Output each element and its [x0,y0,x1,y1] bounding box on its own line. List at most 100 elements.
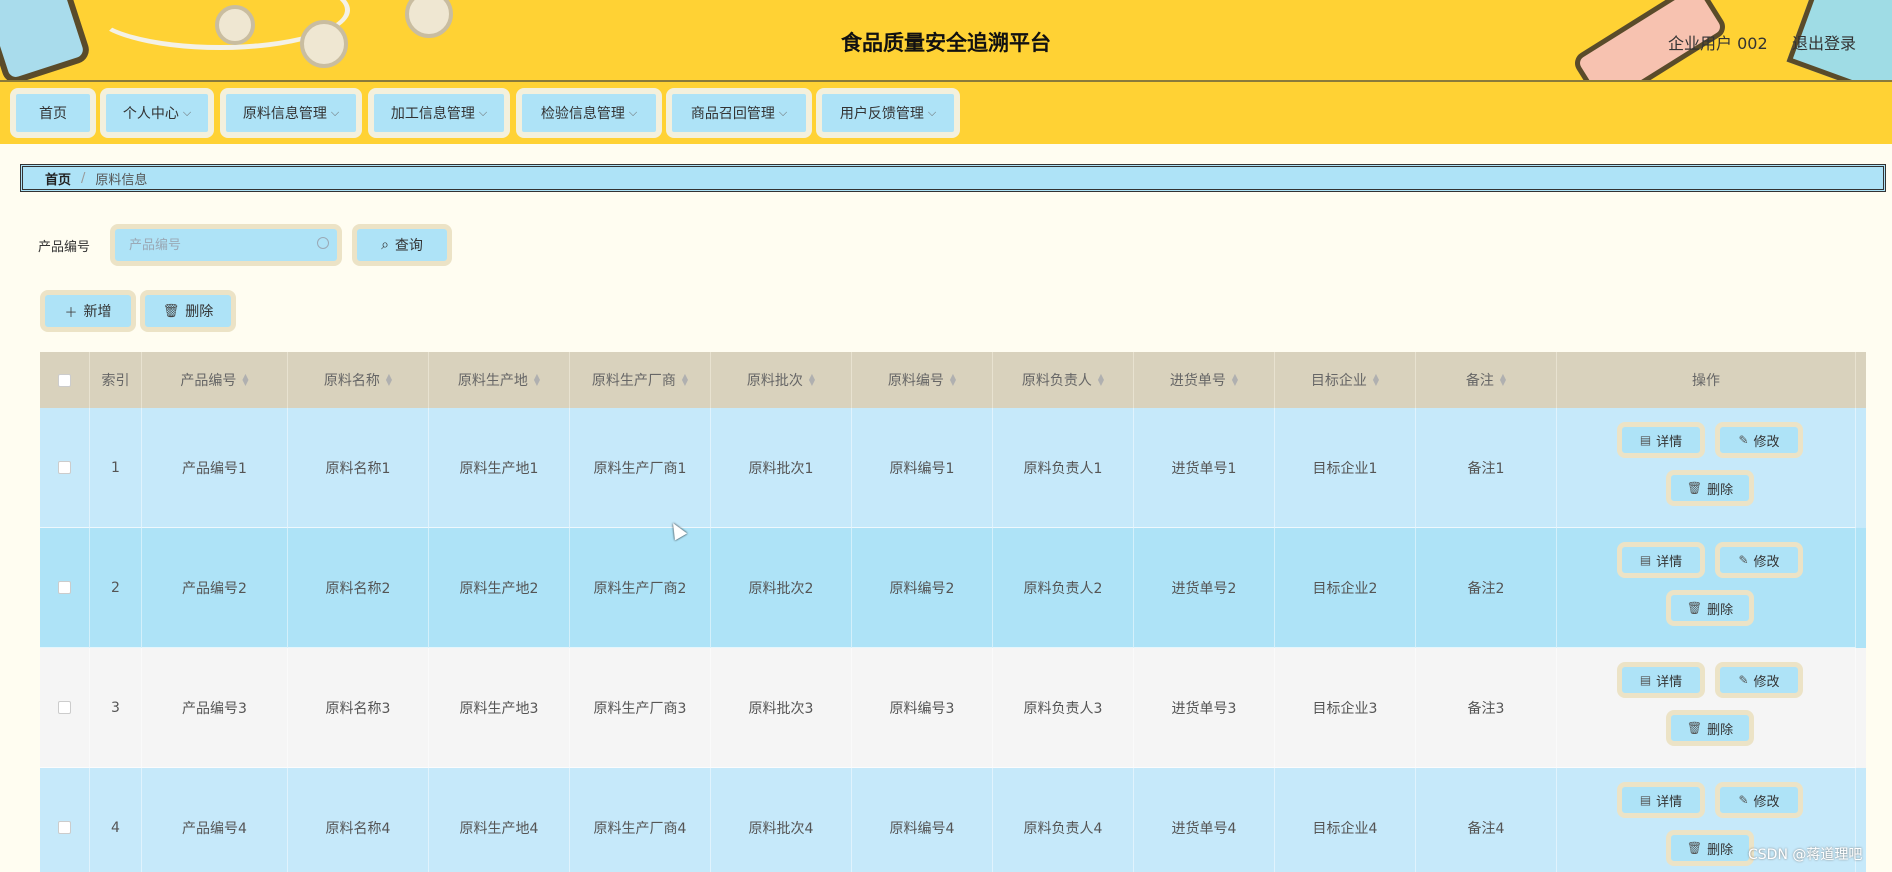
nav-item-home[interactable]: 首页 [10,88,96,138]
breadcrumb-current: 原料信息 [95,172,148,188]
delete-button-label: 删除 [1707,722,1734,738]
detail-button[interactable]: ▤ 详情 [1617,422,1705,458]
table-cell: 原料批次1 [711,408,852,528]
table-cell: 目标企业2 [1275,528,1416,648]
row-checkbox[interactable] [58,581,71,594]
row-checkbox[interactable] [58,701,71,714]
nav-item-personal-center[interactable]: 个人中心 ⌵ [100,88,214,138]
add-button[interactable]: ＋ 新增 [40,290,136,332]
plus-icon: ＋ [64,305,78,321]
row-actions-cell: ▤ 详情 ✎ 修改 🗑 删除 [1557,408,1856,528]
sort-icon: ▲ ▼ [1231,372,1239,387]
breadcrumb-separator: / [81,170,86,186]
column-header-label: 原料编号 [887,373,944,389]
column-header-label: 目标企业 [1310,373,1367,389]
column-header-label: 索引 [101,373,130,389]
edit-button-label: 修改 [1753,674,1780,690]
edit-button[interactable]: ✎ 修改 [1715,782,1803,818]
bulk-delete-button[interactable]: 🗑 删除 [140,290,236,332]
nav-item-processing-info[interactable]: 加工信息管理 ⌵ [368,88,510,138]
material-table: 索引 产品编号 ▲ ▼ 原料名称 ▲ ▼ 原料生产地 ▲ ▼ 原料生产厂商 ▲ ▼ 原料批次 ▲ ▼… [40,352,1866,872]
edit-button[interactable]: ✎ 修改 [1715,662,1803,698]
column-header[interactable]: 备注 ▲ ▼ [1416,352,1557,408]
table-cell: 产品编号1 [142,408,288,528]
chevron-down-icon: ⌵ [927,106,937,119]
table-cell: 原料生产地2 [429,528,570,648]
table-cell: 原料生产地3 [429,648,570,768]
column-header-label: 原料生产厂商 [591,373,676,389]
row-checkbox-cell [40,408,90,528]
chevron-down-icon: ⌵ [182,106,192,119]
main-nav: 首页 个人中心 ⌵ 原料信息管理 ⌵ 加工信息管理 ⌵ 检验信息管理 ⌵ 商品召回管理 ⌵… [0,82,1892,144]
row-checkbox-cell [40,528,90,648]
column-header[interactable]: 原料批次 ▲ ▼ [711,352,852,408]
nav-item-material-info[interactable]: 原料信息管理 ⌵ [220,88,362,138]
add-button-label: 新增 [83,304,112,320]
column-header-label: 原料负责人 [1021,373,1092,389]
row-checkbox-cell [40,768,90,872]
search-button-label: 查询 [394,238,423,254]
chevron-down-icon: ⌵ [778,106,788,119]
search-button[interactable]: ⌕ 查询 [352,224,452,266]
detail-button[interactable]: ▤ 详情 [1617,662,1705,698]
nav-item-user-feedback[interactable]: 用户反馈管理 ⌵ [816,88,960,138]
column-header[interactable]: 原料生产厂商 ▲ ▼ [570,352,711,408]
detail-button[interactable]: ▤ 详情 [1617,542,1705,578]
index-cell: 4 [90,768,142,872]
delete-button[interactable]: 🗑 删除 [1666,470,1754,506]
delete-button[interactable]: 🗑 删除 [1666,590,1754,626]
search-field [110,224,342,266]
sort-icon: ▲ ▼ [1372,372,1380,387]
index-cell: 3 [90,648,142,768]
select-all-checkbox[interactable] [58,373,71,387]
nav-item-product-recall[interactable]: 商品召回管理 ⌵ [666,88,812,138]
column-header[interactable]: 原料负责人 ▲ ▼ [993,352,1134,408]
document-icon: ▤ [1639,433,1652,447]
table-cell: 原料名称1 [288,408,429,528]
table-cell: 原料负责人3 [993,648,1134,768]
row-actions-cell: ▤ 详情 ✎ 修改 🗑 删除 [1557,528,1856,648]
column-header[interactable]: 原料生产地 ▲ ▼ [429,352,570,408]
nav-item-label: 用户反馈管理 [839,106,924,122]
table-cell: 备注2 [1416,528,1557,648]
detail-button-label: 详情 [1656,434,1683,450]
column-header[interactable]: 原料名称 ▲ ▼ [288,352,429,408]
delete-button-label: 删除 [1707,602,1734,618]
pencil-icon: ✎ [1738,793,1749,807]
column-header[interactable]: 目标企业 ▲ ▼ [1275,352,1416,408]
sort-icon: ▲ ▼ [242,372,249,387]
sort-icon: ▲ ▼ [681,372,689,387]
table-cell: 原料批次4 [711,768,852,872]
delete-button[interactable]: 🗑 删除 [1666,710,1754,746]
table-cell: 备注4 [1416,768,1557,872]
nav-item-inspection-info[interactable]: 检验信息管理 ⌵ [516,88,662,138]
search-icon: ⌕ [381,237,389,253]
row-checkbox[interactable] [58,821,71,834]
column-header[interactable]: 进货单号 ▲ ▼ [1134,352,1275,408]
select-all-checkbox-cell [40,352,90,408]
table-cell: 目标企业4 [1275,768,1416,872]
column-header[interactable]: 产品编号 ▲ ▼ [142,352,288,408]
column-header-label: 进货单号 [1169,373,1226,389]
watermark: CSDN @蒋道理吧 [1748,847,1863,863]
logout-link[interactable]: 退出登录 [1792,30,1856,54]
trash-icon: 🗑 [1686,481,1703,495]
row-checkbox-cell [40,648,90,768]
product-code-input[interactable] [115,229,337,261]
delete-button-label: 删除 [1707,482,1734,498]
breadcrumb-home[interactable]: 首页 [45,169,71,188]
column-header-label: 原料生产地 [457,373,528,389]
table-row: 2 产品编号2 原料名称2 原料生产地2 原料生产厂商2 原料批次2 原料编号2… [40,528,1866,648]
table-cell: 目标企业3 [1275,648,1416,768]
pencil-icon: ✎ [1738,673,1749,687]
column-header[interactable]: 原料编号 ▲ ▼ [852,352,993,408]
table-header: 索引 产品编号 ▲ ▼ 原料名称 ▲ ▼ 原料生产地 ▲ ▼ 原料生产厂商 ▲ ▼ 原料批次 ▲ ▼… [40,352,1866,408]
column-header-label: 原料批次 [746,373,803,389]
bulk-delete-label: 删除 [185,304,214,320]
edit-button[interactable]: ✎ 修改 [1715,542,1803,578]
chevron-down-icon: ⌵ [330,106,340,119]
row-checkbox[interactable] [58,461,71,474]
delete-button[interactable]: 🗑 删除 [1666,830,1754,866]
detail-button[interactable]: ▤ 详情 [1617,782,1705,818]
edit-button[interactable]: ✎ 修改 [1715,422,1803,458]
